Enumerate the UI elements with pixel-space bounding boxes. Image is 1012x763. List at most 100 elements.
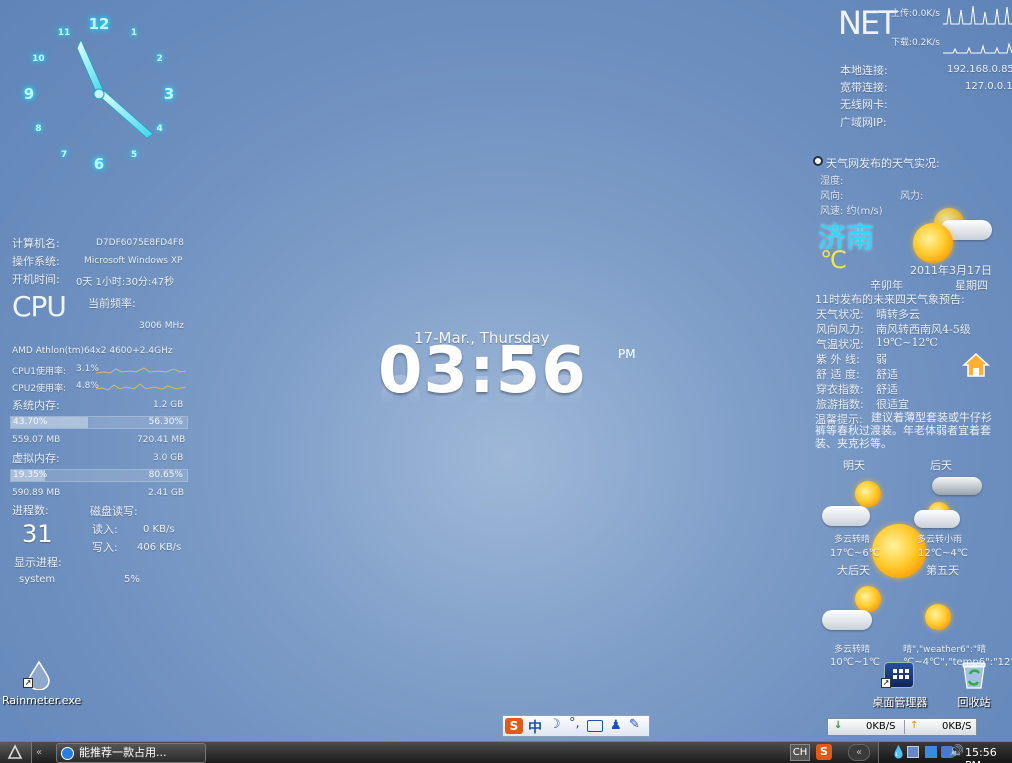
recycle-bin[interactable]: 回收站 [940,660,1008,710]
day4-name: 第五天 [926,564,959,577]
day2-temp: 12℃~4℃ [918,548,968,559]
tip-text: 建议着薄型套装或牛仔衫裤等春秋过渡装。年老体弱者宜着套装、夹克衫等。 [815,411,992,450]
forecast-row-value: 南风转西南风4-5级 [876,323,971,336]
clock-time-reflection: 03:56 [378,360,587,434]
volume-icon[interactable]: 🔊 [949,744,964,758]
upload-arrow-icon: ↑ [910,720,919,731]
task-title: 能推荐一款占用... [79,746,167,759]
recycle-bin-label: 回收站 [957,696,991,709]
wind-speed-label: 风速: 约(m/s) [820,206,883,217]
humidity-label: 湿度: [820,176,844,187]
desktop-manager-shortcut[interactable]: ↗ 桌面管理器 [862,660,938,710]
forecast-row-label: 穿衣指数: [816,383,864,396]
display-tray-icon[interactable] [925,746,937,758]
disk-write-value: 406 KB/s [137,542,182,553]
memory-bar: 43.70% 56.30% [10,416,188,429]
day1-sun-icon [855,481,881,507]
net-logo: NET [838,4,898,42]
forecast-row-value: 舒适 [876,383,898,396]
day1-cloud-icon [822,506,870,526]
cpu2-label: CPU2使用率: [12,384,67,394]
language-indicator[interactable]: CH [790,744,810,761]
forecast-row-label: 紫 外 线: [816,353,860,366]
rainmeter-tray-icon[interactable]: 💧 [891,745,906,759]
local-connection-value: 192.168.0.85 [947,64,1012,75]
cpu-logo: CPU [12,290,67,323]
ime-mode-toggle[interactable]: 中 [528,717,542,737]
tray-expand-icon[interactable]: « [848,744,870,761]
upload-graph [943,5,1012,25]
sogou-tray-icon[interactable]: S [816,744,832,760]
disk-io-label: 磁盘读写: [90,505,138,518]
weather-date: 2011年3月17日 [910,264,992,277]
netspeed-bar[interactable]: ↓ 0KB/S ↑ 0KB/S [827,718,977,736]
forecast-row-label: 气温状况: [816,338,864,351]
quick-launch-chevron-icon[interactable]: « [36,742,50,763]
forecast-row-value: 舒适 [876,368,898,381]
clock-center [93,88,105,100]
taskbar: « 能推荐一款占用... CH S « 💧 🔊 15:56 PM [0,741,1012,763]
shortcut-arrow-icon: ↗ [23,678,33,688]
rainmeter-label: Rainmeter.exe [2,694,82,707]
punctuation-icon[interactable]: °, [569,716,580,731]
virtual-memory-used: 590.89 MB [12,488,61,498]
network-tray-icon[interactable] [907,746,919,758]
forecast-row-label: 旅游指数: [816,398,864,411]
day1-condition: 多云转晴 [834,535,871,545]
disk-read-value: 0 KB/s [143,524,175,535]
recycle-bin-icon [962,662,986,689]
moon-icon[interactable]: ☽ [549,717,561,732]
os-label: 操作系统: [12,255,60,268]
start-button[interactable] [0,742,32,763]
taskbar-task-button[interactable]: 能推荐一款占用... [56,743,206,763]
virtual-memory-total: 3.0 GB [153,453,184,463]
clock-ampm: PM [618,347,636,361]
process-count: 31 [22,520,53,548]
shortcut-arrow-icon: ↗ [881,678,891,688]
browser-icon [61,747,74,760]
disk-read-label: 读入: [92,523,118,536]
forecast-row-value: 晴转多云 [876,308,920,321]
sogou-logo-icon[interactable]: S [505,718,523,734]
day1-temp: 17℃~6℃ [830,548,880,559]
forecast-row-value: 弱 [876,353,887,366]
cpu2-graph [96,383,186,391]
day1-name: 明天 [843,459,865,472]
uptime-value: 0天 1小时:30分:47秒 [76,277,175,288]
cpu1-label: CPU1使用率: [12,367,67,377]
user-icon[interactable]: ♟ [610,718,622,733]
day2-cloud-icon [932,477,982,495]
download-graph [943,42,1012,54]
computer-name-value: D7DF6075E8FD4F8 [96,238,184,248]
process-name: system [19,574,56,585]
download-arrow-icon: ↓ [834,720,843,731]
frequency-label: 当前频率: [88,297,136,310]
system-tray: 💧 🔊 15:56 PM [878,742,1012,763]
soft-keyboard-icon[interactable] [587,720,603,732]
memory-used-pct: 43.70% [13,417,48,427]
current-weather-sun-icon [913,223,953,263]
home-icon[interactable] [962,352,990,378]
taskbar-clock[interactable]: 15:56 PM [965,746,1012,763]
virtual-memory-free: 2.41 GB [148,488,185,498]
forecast-row-label: 天气状况: [816,308,864,321]
hour-hand [96,89,154,139]
temp-unit: ℃ [820,246,847,274]
local-connection-label: 本地连接: [840,64,888,77]
day3-sun-icon [855,586,881,612]
cpu-model: AMD Athlon(tm)64x2 4600+2.4GHz [12,346,173,356]
forecast-row-value: 很适宜 [876,398,909,411]
day3-condition: 多云转晴 [834,645,871,655]
computer-name-label: 计算机名: [12,237,60,250]
forecast-title: 11时发布的未来四天气象预告: [815,293,965,306]
wind-force-label: 风力: [900,191,924,202]
day2-cloud-icon-2 [914,510,960,528]
wrench-icon[interactable]: ✎ [629,717,640,732]
forecast-row-label: 舒 适 度: [816,368,860,381]
uptime-label: 开机时间: [12,273,60,286]
day4-condition: 晴","weather6":"晴 [903,645,987,655]
day2-name: 后天 [930,459,952,472]
wind-direction-label: 风向: [820,191,844,202]
os-value: Microsoft Windows XP [84,256,183,266]
rainmeter-shortcut[interactable]: ↗ Rainmeter.exe [2,660,82,710]
